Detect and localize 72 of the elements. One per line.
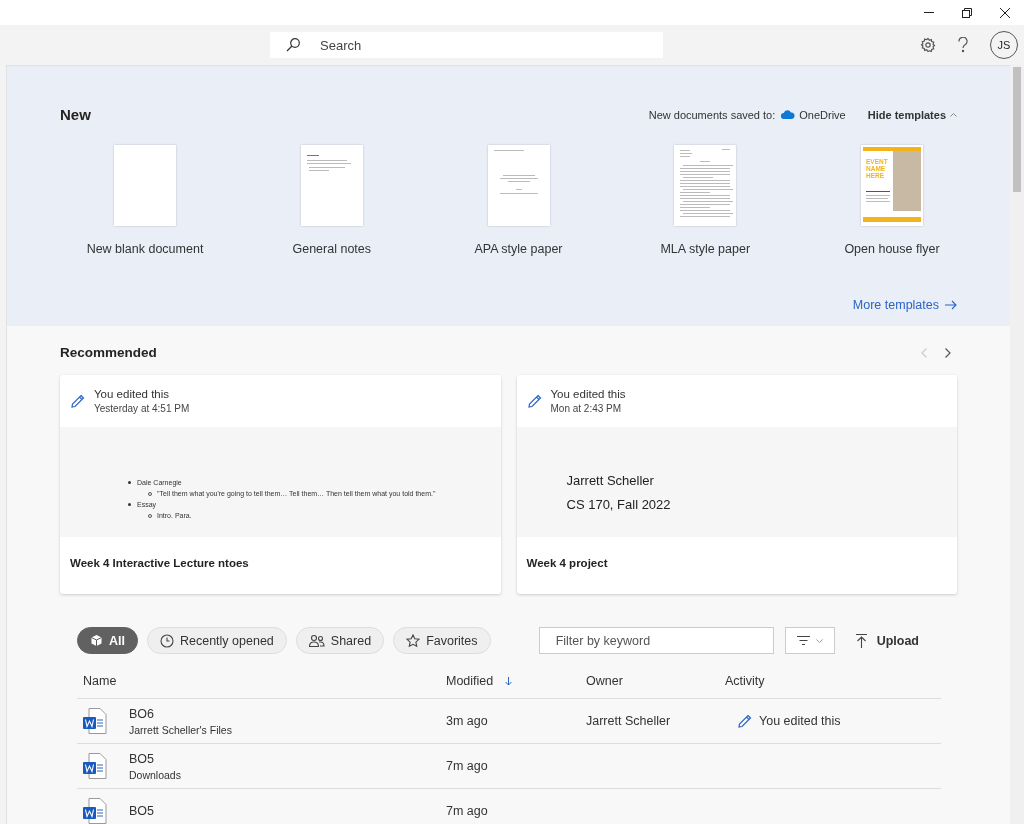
- activity-text: You edited this: [550, 388, 626, 400]
- filter-chip[interactable]: All: [77, 627, 138, 654]
- settings-icon[interactable]: [920, 37, 936, 53]
- file-name[interactable]: BO6: [129, 706, 232, 721]
- activity-time: Yesterday at 4:51 PM: [94, 403, 190, 414]
- pencil-icon: [526, 393, 543, 409]
- clock-icon: [160, 633, 174, 648]
- preview-text: Jarrett Scheller: [566, 473, 655, 488]
- arrow-right-icon: [945, 300, 957, 310]
- pencil-icon: [70, 393, 86, 409]
- file-location: Jarrett Scheller's Files: [129, 723, 232, 736]
- activity-text: You edited this: [94, 388, 171, 400]
- activity-text: You edited this: [759, 714, 841, 728]
- minimize-icon[interactable]: [924, 11, 934, 14]
- cube-icon: [90, 634, 103, 647]
- column-header[interactable]: Modified: [446, 674, 494, 688]
- column-header[interactable]: Owner: [586, 674, 623, 688]
- save-location-link[interactable]: OneDrive: [799, 108, 846, 121]
- scrollbar-thumb[interactable]: [1013, 67, 1021, 192]
- cloud-icon: [781, 110, 796, 119]
- activity-time: Mon at 2:43 PM: [550, 403, 623, 414]
- sort-button[interactable]: [784, 627, 835, 654]
- document-name: Week 4 Interactive Lecture ntoes: [69, 556, 250, 569]
- column-header[interactable]: Name: [77, 674, 117, 688]
- upload-button[interactable]: Upload: [855, 633, 941, 648]
- chevron-left-icon[interactable]: [921, 347, 927, 358]
- upload-icon: [855, 633, 867, 648]
- file-location: Downloads: [129, 768, 181, 781]
- filter-chip[interactable]: Favorites: [393, 627, 491, 654]
- pencil-icon: [737, 713, 753, 729]
- people-icon: [308, 634, 325, 647]
- document-name: Week 4 project: [525, 556, 609, 569]
- template-name[interactable]: General notes: [292, 242, 371, 256]
- file-name[interactable]: BO5: [129, 751, 181, 766]
- template-name[interactable]: Open house flyer: [844, 242, 940, 256]
- chevron-up-icon: [950, 112, 957, 117]
- column-header[interactable]: Activity: [725, 674, 765, 688]
- save-location-label: New documents saved to:: [648, 108, 776, 121]
- restore-icon[interactable]: [962, 7, 972, 18]
- file-name[interactable]: BO5: [129, 804, 154, 818]
- document-thumbnail[interactable]: [300, 145, 363, 226]
- filter-chip[interactable]: Recently opened: [147, 627, 287, 654]
- word-file-icon: [83, 708, 107, 734]
- document-card[interactable]: You edited this Mon at 2:43 PM Jarrett Scheller CS 170, Fall 2022 Week 4 project: [516, 375, 957, 594]
- document-thumbnail[interactable]: [674, 145, 737, 226]
- filter-field[interactable]: Filter by keyword: [538, 627, 774, 654]
- modified-time: 7m ago: [446, 804, 488, 818]
- close-icon[interactable]: [1000, 7, 1010, 18]
- filter-icon: [796, 636, 810, 645]
- modified-time: 7m ago: [446, 759, 488, 773]
- preview-text: CS 170, Fall 2022: [566, 497, 672, 512]
- hide-templates-button[interactable]: Hide templates: [867, 108, 957, 121]
- filter-chip[interactable]: Shared: [295, 627, 385, 654]
- more-templates-link[interactable]: More templates: [852, 298, 957, 312]
- search-field[interactable]: Search: [270, 32, 663, 58]
- modified-time: 3m ago: [446, 714, 488, 728]
- template-name[interactable]: APA style paper: [474, 242, 563, 256]
- star-icon: [406, 633, 421, 648]
- help-icon[interactable]: [958, 37, 968, 53]
- section-title: New: [60, 106, 91, 123]
- document-thumbnail[interactable]: [114, 145, 176, 226]
- photo-placeholder: [893, 151, 921, 211]
- owner-name: Jarrett Scheller: [586, 714, 671, 728]
- chevron-down-icon: [815, 638, 823, 643]
- template-name[interactable]: New blank document: [86, 242, 204, 256]
- search-icon: [286, 38, 300, 52]
- chevron-right-icon[interactable]: [945, 347, 951, 358]
- sort-arrow-icon: [505, 676, 513, 686]
- template-name[interactable]: MLA style paper: [660, 242, 751, 256]
- word-file-icon: [83, 753, 107, 779]
- document-thumbnail[interactable]: [487, 145, 550, 226]
- section-title: Recommended: [60, 345, 157, 360]
